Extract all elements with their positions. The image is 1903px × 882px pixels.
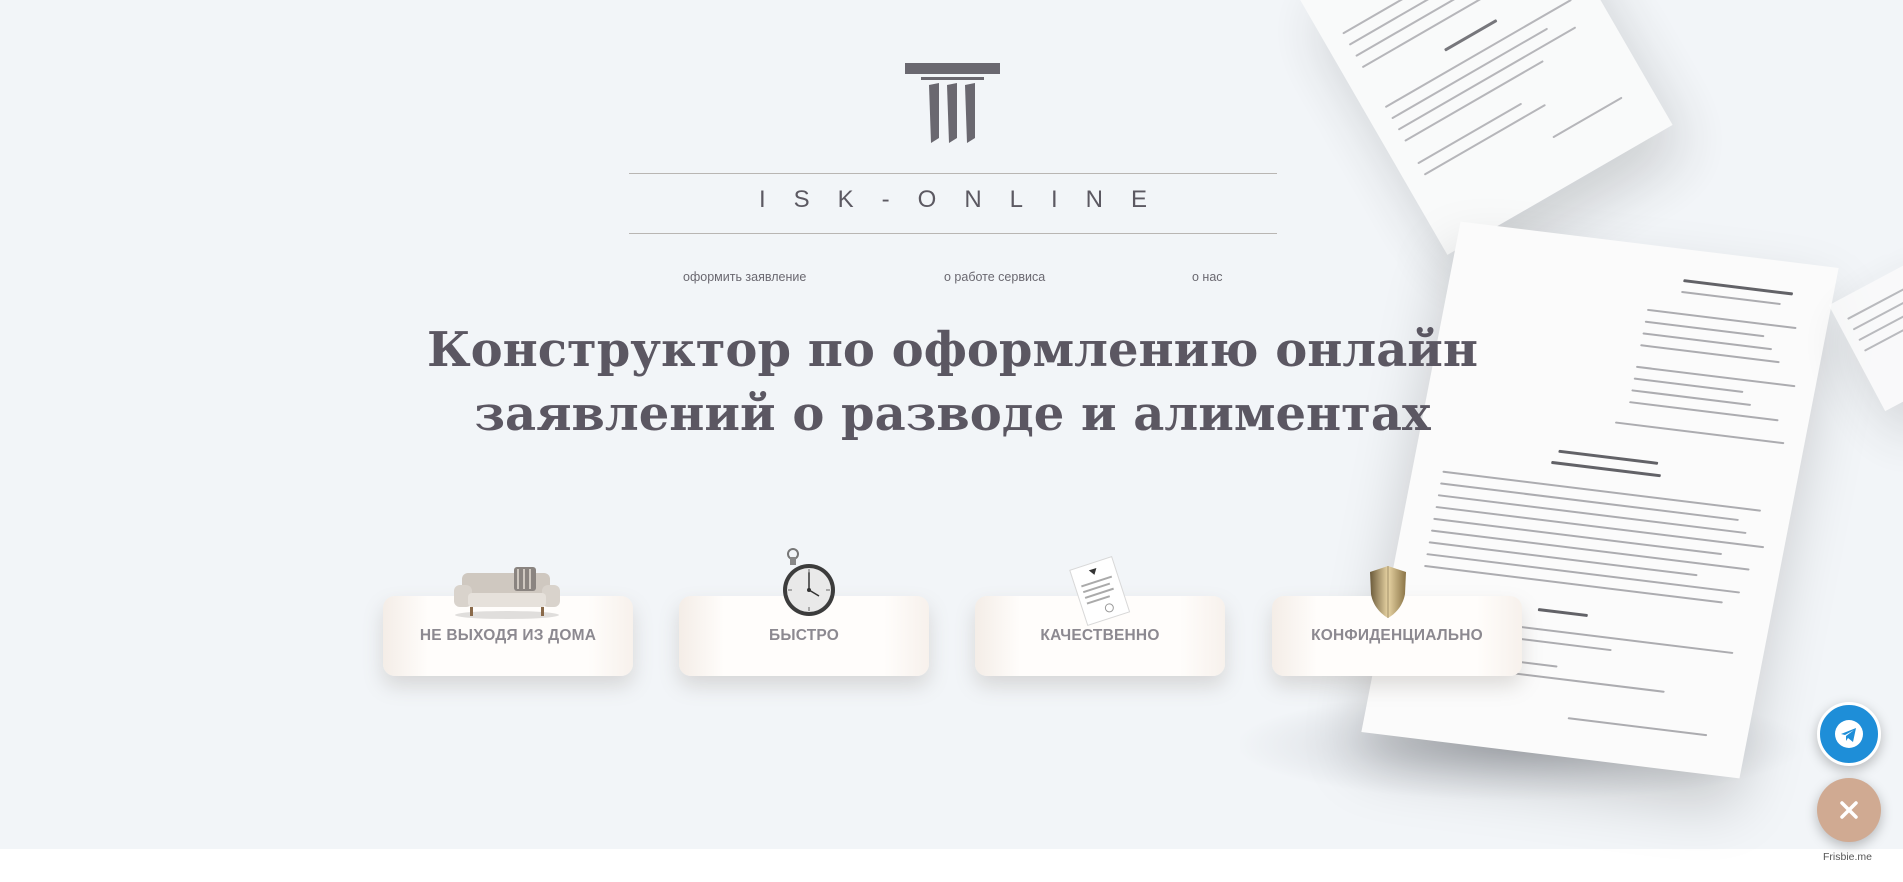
logo[interactable] xyxy=(905,63,1000,143)
close-icon xyxy=(1840,801,1858,819)
nav-about-us[interactable]: о нас xyxy=(1192,270,1223,284)
page-title: Конструктор по оформлению онлайн заявлен… xyxy=(420,318,1485,446)
page-title-line2: заявлений о разводе и алиментах xyxy=(474,386,1431,442)
nav-about-service[interactable]: о работе сервиса xyxy=(944,270,1045,284)
sofa-icon xyxy=(454,567,560,619)
page-title-line1: Конструктор по оформлению онлайн xyxy=(426,322,1479,378)
footer-strip xyxy=(0,849,1903,882)
feature-label: КОНФИДЕНЦИАЛЬНО xyxy=(1311,627,1483,644)
brand-rule-top xyxy=(629,173,1277,174)
columns-icon xyxy=(905,63,1000,143)
document-image-top xyxy=(1297,0,1673,255)
document-image-right xyxy=(1828,248,1903,412)
nav-apply[interactable]: оформить заявление xyxy=(683,270,806,284)
brand-name: ISK-ONLINE xyxy=(758,186,1176,213)
frisbie-credit-link[interactable]: Frisbie.me xyxy=(1823,851,1872,863)
telegram-button[interactable] xyxy=(1817,702,1881,766)
feature-label: КАЧЕСТВЕННО xyxy=(1040,627,1160,644)
feature-label: НЕ ВЫХОДЯ ИЗ ДОМА xyxy=(419,627,597,644)
document-icon xyxy=(1069,556,1131,627)
close-button[interactable] xyxy=(1817,778,1881,842)
brand-rule-bottom xyxy=(629,233,1277,234)
shield-icon xyxy=(1370,566,1406,618)
stopwatch-icon xyxy=(783,548,835,616)
telegram-icon xyxy=(1835,720,1863,748)
feature-label: БЫСТРО xyxy=(769,627,839,644)
